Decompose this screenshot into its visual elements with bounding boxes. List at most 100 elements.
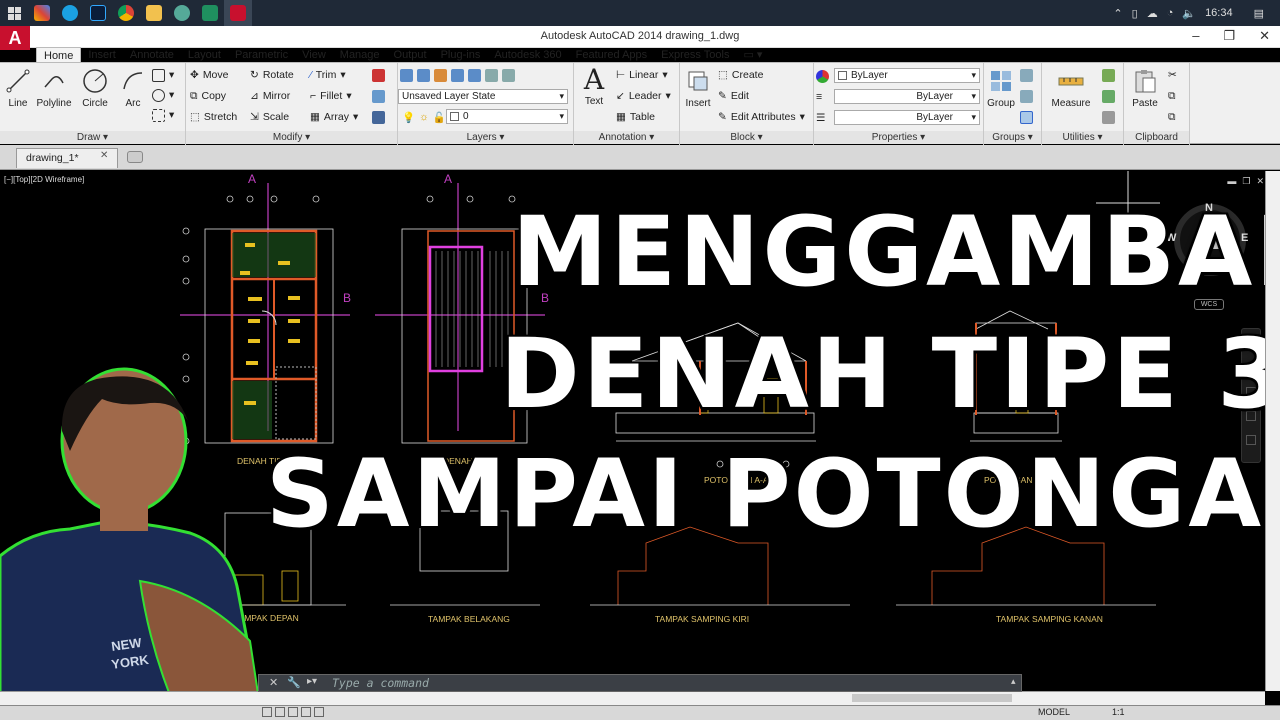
circle-button[interactable]: Circle xyxy=(80,67,110,109)
copy-clip-icon[interactable]: ⧉ xyxy=(1168,88,1176,104)
layer-state-dropdown[interactable]: Unsaved Layer State xyxy=(398,89,568,104)
command-recent-icon[interactable]: ▸▾ xyxy=(307,676,317,687)
cut-icon[interactable]: ✂ xyxy=(1168,67,1177,83)
vertical-scrollbar[interactable] xyxy=(1265,171,1280,691)
group-button[interactable]: Group xyxy=(986,67,1016,109)
tab-plugins[interactable]: Plug-ins xyxy=(434,47,488,63)
copy-base-point-icon[interactable]: ⧉ xyxy=(1168,109,1176,125)
color-dropdown[interactable]: ByLayer xyxy=(834,68,980,83)
properties-panel-title[interactable]: Properties ▾ xyxy=(814,131,983,144)
insert-button[interactable]: Insert xyxy=(684,67,712,109)
edit-attributes-button[interactable]: ✎ Edit Attributes ▾ xyxy=(718,109,805,125)
boundary-icon[interactable]: ▾ xyxy=(152,107,174,123)
calculator-icon[interactable] xyxy=(1102,109,1115,125)
tab-featured-apps[interactable]: Featured Apps xyxy=(569,47,655,63)
command-input[interactable]: Type a command xyxy=(332,676,429,690)
rectangle-icon[interactable]: ▾ xyxy=(152,67,174,83)
group-selection-icon[interactable] xyxy=(1020,109,1033,125)
array-button[interactable]: ▦ Array ▾ xyxy=(310,109,358,125)
model-space-button[interactable]: MODEL xyxy=(1038,707,1070,717)
create-block-button[interactable]: ⬚ Create xyxy=(718,67,763,83)
viewport-minimize-icon[interactable]: ▬ xyxy=(1227,176,1236,187)
wifi-icon[interactable]: ◔ xyxy=(1167,7,1174,19)
notification-icon[interactable]: ▤ xyxy=(1254,7,1264,20)
text-button[interactable]: A Text xyxy=(580,63,608,108)
draw-panel-title[interactable]: Draw ▾ xyxy=(0,131,185,144)
rotate-button[interactable]: ↻ Rotate xyxy=(250,67,294,83)
layer-status-icons[interactable]: 💡 ☼ 🔓 xyxy=(402,109,446,125)
polyline-button[interactable]: Polyline xyxy=(36,67,72,109)
tab-view[interactable]: View xyxy=(295,47,333,63)
snap-icon[interactable] xyxy=(262,707,272,717)
command-history-icon[interactable]: ▴ xyxy=(1011,676,1016,687)
layers-panel-title[interactable]: Layers ▾ xyxy=(398,131,573,144)
tab-output[interactable]: Output xyxy=(387,47,434,63)
photoshop-icon[interactable] xyxy=(84,0,112,26)
horizontal-scroll-thumb[interactable] xyxy=(852,694,1012,702)
annotation-scale[interactable]: 1:1 xyxy=(1112,707,1125,717)
ortho-icon[interactable] xyxy=(288,707,298,717)
utilities-panel-title[interactable]: Utilities ▾ xyxy=(1042,131,1123,144)
hatch-icon[interactable]: ▾ xyxy=(152,87,174,103)
tab-close-icon[interactable]: ✕ xyxy=(100,150,108,161)
arc-button[interactable]: Arc xyxy=(118,67,148,109)
autocad-taskbar-icon[interactable] xyxy=(224,0,252,26)
start-icon[interactable] xyxy=(0,0,28,26)
mirror-button[interactable]: ⊿ Mirror xyxy=(250,88,290,104)
scale-button[interactable]: ⇲ Scale xyxy=(250,109,289,125)
group-edit-icon[interactable] xyxy=(1020,88,1033,104)
command-close-icon[interactable]: ✕ xyxy=(269,676,278,689)
modify-panel-title[interactable]: Modify ▾ xyxy=(186,131,397,144)
tab-layout[interactable]: Layout xyxy=(181,47,228,63)
new-tab-icon[interactable] xyxy=(127,151,143,163)
leader-button[interactable]: ↙ Leader ▾ xyxy=(616,88,671,104)
layer-tools-icon[interactable] xyxy=(400,67,515,83)
viewport-restore-icon[interactable]: ❐ xyxy=(1242,176,1250,187)
select-all-icon[interactable] xyxy=(1102,88,1115,104)
paste-button[interactable]: Paste xyxy=(1128,67,1162,109)
volume-icon[interactable]: 🔈 xyxy=(1182,7,1196,20)
trim-button[interactable]: ⁄ Trim ▾ xyxy=(310,67,346,83)
block-panel-title[interactable]: Block ▾ xyxy=(680,131,813,144)
tab-express-tools[interactable]: Express Tools xyxy=(654,47,736,63)
edit-block-button[interactable]: ✎ Edit xyxy=(718,88,749,104)
tray-chevron-icon[interactable]: ⌃ xyxy=(1113,7,1122,20)
quick-select-icon[interactable] xyxy=(1102,67,1115,83)
stretch-button[interactable]: ⬚ Stretch xyxy=(190,109,237,125)
viewport-controls-label[interactable]: [−][Top][2D Wireframe] xyxy=(4,175,84,184)
grid-icon[interactable] xyxy=(275,707,285,717)
measure-button[interactable]: Measure xyxy=(1048,67,1094,109)
cloud-icon[interactable]: ☁ xyxy=(1147,7,1158,20)
close-icon[interactable]: ✕ xyxy=(1259,28,1270,44)
tab-home[interactable]: Home xyxy=(36,47,82,63)
copy-button[interactable]: ⧉ Copy xyxy=(190,88,226,104)
spreadsheet-icon[interactable] xyxy=(196,0,224,26)
battery-icon[interactable]: ▯ xyxy=(1132,7,1138,20)
osnap-icon[interactable] xyxy=(314,707,324,717)
tab-insert[interactable]: Insert xyxy=(81,47,123,63)
clock[interactable]: 16:34 xyxy=(1205,7,1233,19)
ribbon-toggle-icon[interactable]: ▭ ▾ xyxy=(736,47,769,63)
line-button[interactable]: Line xyxy=(4,67,32,109)
horizontal-scrollbar[interactable] xyxy=(0,691,1265,705)
tab-parametric[interactable]: Parametric xyxy=(228,47,295,63)
tab-autodesk-360[interactable]: Autodesk 360 xyxy=(487,47,568,63)
move-button[interactable]: ✥ Move xyxy=(190,67,229,83)
command-customize-icon[interactable]: 🔧 xyxy=(287,676,301,689)
linear-button[interactable]: ⊢ Linear ▾ xyxy=(616,67,668,83)
colorful-app-icon[interactable] xyxy=(28,0,56,26)
offset-icon[interactable] xyxy=(372,109,385,125)
annotation-panel-title[interactable]: Annotation ▾ xyxy=(574,131,679,144)
chrome-icon[interactable] xyxy=(112,0,140,26)
explode-icon[interactable] xyxy=(372,88,385,104)
table-button[interactable]: ▦ Table xyxy=(616,109,655,125)
tab-manage[interactable]: Manage xyxy=(333,47,387,63)
match-properties-icon[interactable] xyxy=(816,68,829,84)
linetype-dropdown[interactable]: ByLayer xyxy=(834,89,980,104)
polar-icon[interactable] xyxy=(301,707,311,717)
erase-icon[interactable] xyxy=(372,67,385,83)
ungroup-icon[interactable] xyxy=(1020,67,1033,83)
viewport-close-icon[interactable]: ✕ xyxy=(1256,176,1264,187)
layer-dropdown[interactable]: 0 xyxy=(446,109,568,124)
edge-icon[interactable] xyxy=(56,0,84,26)
